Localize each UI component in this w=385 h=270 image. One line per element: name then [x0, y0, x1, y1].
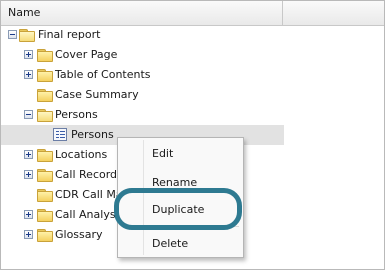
extra-column-header[interactable] — [283, 1, 384, 25]
menu-item-delete[interactable]: Delete — [120, 233, 241, 255]
tree-label: Glossary — [55, 228, 103, 241]
tree-label: Table of Contents — [55, 68, 151, 81]
expand-icon[interactable] — [24, 150, 33, 159]
tree-label: Persons — [55, 108, 98, 121]
tree-row-table-of-contents[interactable]: Table of Contents — [1, 65, 284, 85]
column-header: Name — [1, 1, 384, 26]
report-section-icon — [53, 128, 67, 141]
tree-label: Case Summary — [55, 88, 139, 101]
menu-item-label: Duplicate — [152, 203, 205, 216]
folder-icon — [37, 89, 53, 102]
folder-icon — [37, 189, 53, 202]
tree-label: Call Records — [55, 168, 123, 181]
tree-label: Final report — [38, 28, 101, 41]
expand-icon[interactable] — [24, 230, 33, 239]
folder-icon — [37, 69, 53, 82]
tree-label: Locations — [55, 148, 108, 161]
menu-item-duplicate[interactable]: Duplicate — [120, 199, 241, 221]
menu-item-label: Edit — [152, 147, 174, 160]
tree-row-case-summary[interactable]: Case Summary — [1, 85, 284, 105]
name-column-header[interactable]: Name — [1, 1, 283, 25]
expand-icon[interactable] — [24, 210, 33, 219]
tree-label: Persons — [71, 128, 114, 141]
folder-open-icon — [37, 109, 53, 122]
collapse-icon[interactable] — [24, 110, 33, 119]
expand-icon[interactable] — [24, 50, 33, 59]
collapse-icon[interactable] — [8, 30, 17, 39]
tree-row-persons-folder[interactable]: Persons — [1, 105, 284, 125]
context-menu: Edit Rename Duplicate Delete — [117, 137, 244, 258]
menu-separator — [147, 226, 239, 227]
folder-icon — [37, 169, 53, 182]
folder-open-icon — [19, 29, 35, 42]
folder-icon — [37, 149, 53, 162]
folder-icon — [37, 209, 53, 222]
folder-icon — [37, 229, 53, 242]
folder-icon — [37, 49, 53, 62]
tree-label: Cover Page — [55, 48, 118, 61]
expand-icon[interactable] — [24, 170, 33, 179]
menu-item-rename[interactable]: Rename — [120, 172, 241, 194]
tree-row-final-report[interactable]: Final report — [1, 25, 284, 45]
menu-item-edit[interactable]: Edit — [120, 143, 241, 165]
menu-item-label: Rename — [152, 176, 198, 189]
menu-item-label: Delete — [152, 237, 189, 250]
tree-row-cover-page[interactable]: Cover Page — [1, 45, 284, 65]
expand-icon[interactable] — [24, 70, 33, 79]
